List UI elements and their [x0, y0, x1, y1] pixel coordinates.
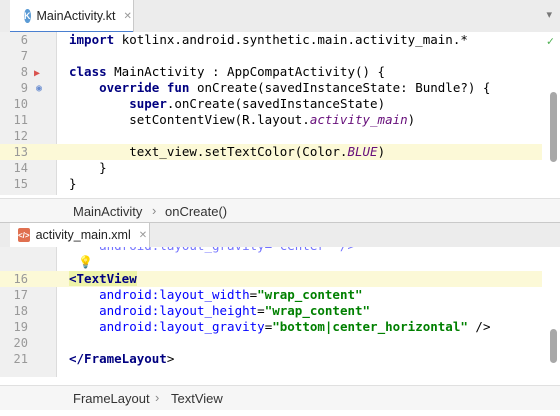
line-number: 10 [13, 97, 28, 111]
code-text: <TextView [69, 271, 137, 286]
code-line[interactable]: 13 text_view.setTextColor(Color.BLUE) [0, 144, 542, 160]
intention-bulb-icon[interactable]: 💡 [78, 255, 93, 269]
code-line[interactable]: 10 super.onCreate(savedInstanceState) [0, 96, 542, 112]
xml-breadcrumb: FrameLayout › TextView [0, 385, 560, 410]
editor-tab-bar: K MainActivity.kt ✕ ▾ [0, 0, 560, 33]
line-number: 17 [13, 288, 28, 302]
code-line[interactable]: 20 [0, 335, 542, 351]
line-number: 13 [13, 145, 28, 159]
code-text: setContentView(R.layout.activity_main) [69, 112, 416, 127]
line-number: 9 [20, 81, 28, 95]
code-line[interactable]: 8 class MainActivity : AppCompatActivity(… [0, 64, 542, 80]
code-text: class MainActivity : AppCompatActivity()… [69, 64, 386, 79]
line-number: 19 [13, 320, 28, 334]
xml-file-icon: </> [18, 228, 30, 242]
code-line[interactable]: 11 setContentView(R.layout.activity_main… [0, 112, 542, 128]
code-text: override fun onCreate(savedInstanceState… [99, 80, 491, 95]
code-line[interactable]: 12 [0, 128, 542, 144]
code-text: super.onCreate(savedInstanceState) [129, 96, 386, 111]
line-number: 12 [13, 129, 28, 143]
breadcrumb-separator: › [155, 390, 160, 405]
no-errors-check-icon: ✓ [546, 34, 554, 48]
kotlin-file-icon: K [24, 9, 31, 23]
code-text: </FrameLayout> [69, 351, 175, 366]
code-text: android:layout_width="wrap_content" [99, 287, 363, 302]
tab-mainactivity-kt[interactable]: K MainActivity.kt ✕ [10, 0, 134, 33]
breadcrumb-root-tag[interactable]: FrameLayout [73, 391, 150, 406]
line-number: 11 [13, 113, 28, 127]
line-number: 21 [13, 352, 28, 366]
line-number: 15 [13, 177, 28, 191]
line-number: 14 [13, 161, 28, 175]
code-text: text_view.setTextColor(Color.BLUE) [69, 144, 386, 159]
tab-label: MainActivity.kt [36, 9, 116, 23]
code-text: } [69, 160, 107, 175]
code-text: android:layout_height="wrap_content" [99, 303, 371, 318]
close-icon[interactable]: ✕ [123, 11, 131, 22]
code-line[interactable]: 16 <TextView [0, 271, 542, 287]
breadcrumb-class[interactable]: MainActivity [73, 204, 142, 219]
code-line[interactable]: 17 android:layout_width="wrap_content" [0, 287, 542, 303]
breadcrumb-child-tag[interactable]: TextView [171, 391, 223, 406]
kotlin-code-editor[interactable]: ▶ ◉ ✓ 6 import kotlinx.android.synthetic.… [0, 32, 560, 195]
code-text: android:layout_gravity="bottom|center_ho… [99, 319, 491, 334]
code-text: } [69, 176, 77, 191]
code-line-partial: android:layout_gravity="center" /> [0, 247, 542, 254]
code-line[interactable]: 18 android:layout_height="wrap_content" [0, 303, 542, 319]
tab-activity-main-xml[interactable]: </> activity_main.xml ✕ [10, 223, 150, 247]
xml-layout-editor[interactable]: 💡 android:layout_gravity="center" /> 16 <T… [0, 247, 560, 377]
code-text: import kotlinx.android.synthetic.main.ac… [69, 32, 468, 47]
line-number: 20 [13, 336, 28, 350]
code-line[interactable]: 19 android:layout_gravity="bottom|center… [0, 319, 542, 335]
editor-scrollbar[interactable] [550, 92, 557, 162]
line-number: 6 [20, 33, 28, 47]
close-icon[interactable]: ✕ [139, 230, 147, 241]
line-number: 8 [20, 65, 28, 79]
breadcrumb-method[interactable]: onCreate() [165, 204, 227, 219]
code-line[interactable]: 9 override fun onCreate(savedInstanceSta… [0, 80, 542, 96]
line-number: 18 [13, 304, 28, 318]
code-line[interactable]: 6 import kotlinx.android.synthetic.main.a… [0, 32, 542, 48]
tab-overflow-icon[interactable]: ▾ [546, 8, 552, 21]
code-line[interactable]: 14 } [0, 160, 542, 176]
code-line[interactable]: 7 [0, 48, 542, 64]
line-number: 7 [20, 49, 28, 63]
tab-label: activity_main.xml [35, 228, 131, 242]
editor-scrollbar[interactable] [550, 329, 557, 363]
xml-editor-tab-bar: </> activity_main.xml ✕ [0, 222, 560, 248]
breadcrumb-separator: › [152, 203, 157, 218]
breadcrumb: MainActivity › onCreate() [0, 198, 560, 223]
code-line[interactable]: 15} [0, 176, 542, 192]
line-number: 16 [13, 272, 28, 286]
code-line[interactable]: 21 </FrameLayout> [0, 351, 542, 367]
